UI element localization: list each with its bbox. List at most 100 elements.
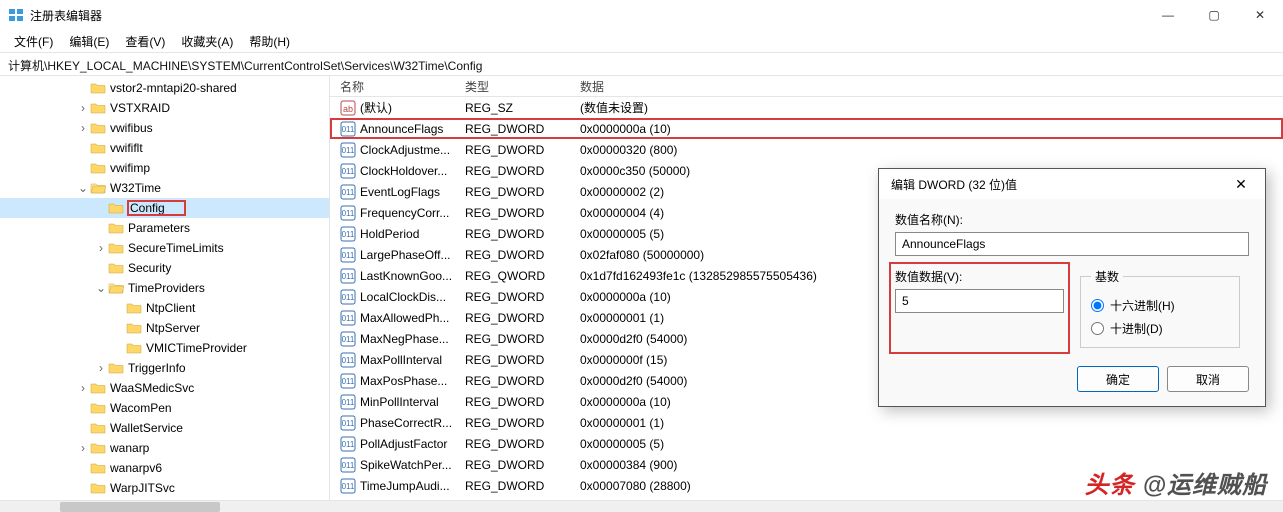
value-name: MaxNegPhase...	[360, 332, 449, 346]
folder-icon	[90, 101, 106, 115]
value-data: 0x00000005 (5)	[580, 437, 1283, 451]
tree-item-w32time[interactable]: ⌄ W32Time	[0, 178, 329, 198]
value-type: REG_DWORD	[465, 332, 580, 346]
maximize-button[interactable]: ▢	[1191, 0, 1237, 30]
close-button[interactable]: ✕	[1237, 0, 1283, 30]
radio-dec-input[interactable]	[1091, 322, 1104, 335]
radio-hex-input[interactable]	[1091, 299, 1104, 312]
twist-icon[interactable]: ⌄	[76, 181, 90, 195]
cancel-button[interactable]: 取消	[1167, 366, 1249, 392]
tree-item-ntpserver[interactable]: NtpServer	[0, 318, 329, 338]
dword-icon	[340, 226, 356, 242]
folder-icon	[90, 141, 106, 155]
tree-item-vstxraid[interactable]: › VSTXRAID	[0, 98, 329, 118]
col-type[interactable]: 类型	[465, 78, 580, 95]
tree-item-walletservice[interactable]: WalletService	[0, 418, 329, 438]
edit-dword-dialog: 编辑 DWORD (32 位)值 ✕ 数值名称(N): 数值数据(V): 基数 …	[878, 168, 1266, 407]
col-data[interactable]: 数据	[580, 78, 1283, 95]
value-row[interactable]: ClockAdjustme...REG_DWORD0x00000320 (800…	[330, 139, 1283, 160]
tree-item-wanarpv6[interactable]: wanarpv6	[0, 458, 329, 478]
folder-icon	[90, 121, 106, 135]
value-type: REG_SZ	[465, 101, 580, 115]
folder-icon	[90, 401, 106, 415]
value-data: (数值未设置)	[580, 99, 1283, 116]
twist-icon[interactable]: ›	[94, 361, 108, 375]
value-row[interactable]: PhaseCorrectR...REG_DWORD0x00000001 (1)	[330, 412, 1283, 433]
menu-edit[interactable]: 编辑(E)	[61, 31, 117, 52]
value-type: REG_DWORD	[465, 479, 580, 493]
menu-help[interactable]: 帮助(H)	[241, 31, 298, 52]
tree-item-label: NtpClient	[146, 301, 195, 315]
tree-item-label: wanarp	[110, 441, 149, 455]
twist-icon[interactable]: ›	[94, 241, 108, 255]
minimize-button[interactable]: ―	[1145, 0, 1191, 30]
tree-item-ntpclient[interactable]: NtpClient	[0, 298, 329, 318]
twist-icon[interactable]: ›	[76, 441, 90, 455]
folder-icon	[90, 441, 106, 455]
value-data: 0x00000320 (800)	[580, 143, 1283, 157]
value-name: PollAdjustFactor	[360, 437, 447, 451]
value-row[interactable]: PollAdjustFactorREG_DWORD0x00000005 (5)	[330, 433, 1283, 454]
dword-icon	[340, 310, 356, 326]
menu-view[interactable]: 查看(V)	[117, 31, 173, 52]
tree-item-triggerinfo[interactable]: ›TriggerInfo	[0, 358, 329, 378]
value-type: REG_DWORD	[465, 227, 580, 241]
tree-item-label: VSTXRAID	[110, 101, 170, 115]
value-type: REG_QWORD	[465, 269, 580, 283]
folder-icon	[108, 241, 124, 255]
tree-item-security[interactable]: Security	[0, 258, 329, 278]
value-type: REG_DWORD	[465, 416, 580, 430]
radio-hex[interactable]: 十六进制(H)	[1091, 297, 1229, 314]
tree-item-wacompen[interactable]: WacomPen	[0, 398, 329, 418]
tree-item-config[interactable]: Config	[0, 198, 329, 218]
twist-icon[interactable]: ›	[76, 121, 90, 135]
value-data: 0x0000000a (10)	[580, 122, 1283, 136]
tree-item-label: TimeProviders	[128, 281, 205, 295]
tree-item-waasmedicsvc[interactable]: › WaaSMedicSvc	[0, 378, 329, 398]
twist-icon[interactable]: ›	[76, 381, 90, 395]
tree-item-label: vstor2-mntapi20-shared	[110, 81, 237, 95]
value-type: REG_DWORD	[465, 353, 580, 367]
dialog-close-button[interactable]: ✕	[1225, 176, 1257, 193]
tree-item-label: VMICTimeProvider	[146, 341, 247, 355]
dword-icon	[340, 184, 356, 200]
twist-icon[interactable]: ›	[76, 101, 90, 115]
folder-icon	[90, 421, 106, 435]
tree-item-wanarp[interactable]: › wanarp	[0, 438, 329, 458]
tree-item-securetimelimits[interactable]: ›SecureTimeLimits	[0, 238, 329, 258]
tree-item-parameters[interactable]: Parameters	[0, 218, 329, 238]
tree-item-warpjitsvc[interactable]: WarpJITSvc	[0, 478, 329, 498]
dialog-titlebar[interactable]: 编辑 DWORD (32 位)值 ✕	[879, 169, 1265, 199]
address-bar[interactable]: 计算机\HKEY_LOCAL_MACHINE\SYSTEM\CurrentCon…	[0, 52, 1283, 76]
value-row[interactable]: AnnounceFlagsREG_DWORD0x0000000a (10)	[330, 118, 1283, 139]
value-row[interactable]: (默认)REG_SZ(数值未设置)	[330, 97, 1283, 118]
tree-panel[interactable]: vstor2-mntapi20-shared › VSTXRAID ›vwifibus…	[0, 76, 330, 500]
folder-icon	[90, 81, 106, 95]
tree-item-label: W32Time	[110, 181, 161, 195]
value-type: REG_DWORD	[465, 206, 580, 220]
value-name: ClockAdjustme...	[360, 143, 450, 157]
tree-item-vstor2-mntapi20-shared[interactable]: vstor2-mntapi20-shared	[0, 78, 329, 98]
tree-item-vwifimp[interactable]: vwifimp	[0, 158, 329, 178]
folder-icon	[108, 221, 124, 235]
radio-dec[interactable]: 十进制(D)	[1091, 320, 1229, 337]
ok-button[interactable]: 确定	[1077, 366, 1159, 392]
menu-favorites[interactable]: 收藏夹(A)	[173, 31, 241, 52]
twist-icon[interactable]: ⌄	[94, 281, 108, 295]
tree-item-label: WacomPen	[110, 401, 172, 415]
value-type: REG_DWORD	[465, 374, 580, 388]
tree-item-label: WaaSMedicSvc	[110, 381, 194, 395]
tree-item-vwifibus[interactable]: ›vwifibus	[0, 118, 329, 138]
menu-file[interactable]: 文件(F)	[6, 31, 61, 52]
value-data-field[interactable]	[895, 289, 1064, 313]
horizontal-scrollbar[interactable]	[0, 500, 1283, 512]
tree-item-vmictimeprovider[interactable]: VMICTimeProvider	[0, 338, 329, 358]
window-title: 注册表编辑器	[30, 7, 1145, 24]
list-header[interactable]: 名称类型数据	[330, 76, 1283, 97]
value-type: REG_DWORD	[465, 164, 580, 178]
tree-item-timeproviders[interactable]: ⌄ TimeProviders	[0, 278, 329, 298]
col-name[interactable]: 名称	[340, 78, 465, 95]
tree-item-vwififlt[interactable]: vwififlt	[0, 138, 329, 158]
dword-icon	[340, 121, 356, 137]
value-name: MinPollInterval	[360, 395, 439, 409]
